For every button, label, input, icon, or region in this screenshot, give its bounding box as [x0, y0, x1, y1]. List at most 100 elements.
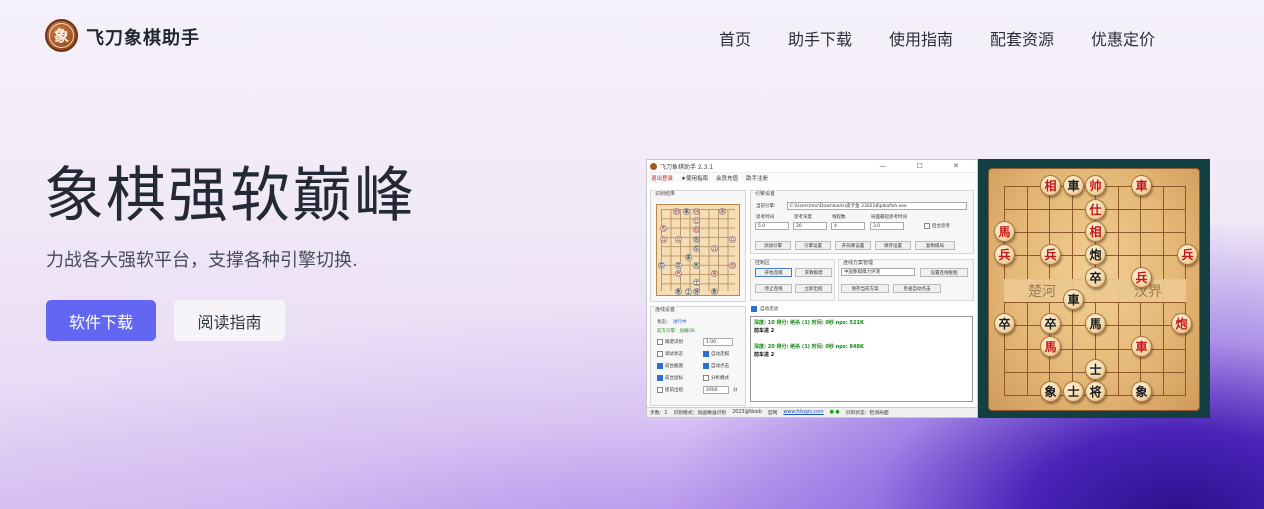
board-piece[interactable]: 象 [1040, 381, 1061, 402]
mini-piece: 兵 [675, 236, 682, 243]
nav-guide[interactable]: 使用指南 [889, 26, 953, 50]
engine-path-label: 当前引擎: [756, 204, 776, 209]
engine-panel-title: 引擎设置 [754, 190, 777, 197]
download-button[interactable]: 软件下载 [46, 300, 156, 341]
mini-piece: 炮 [693, 236, 700, 243]
help-manual-button[interactable]: 求救棋谱 [795, 268, 832, 277]
move-now-button[interactable]: 立即出招 [795, 284, 832, 293]
board-piece[interactable]: 象 [1131, 381, 1152, 402]
option-checkbox[interactable] [703, 375, 709, 381]
option-label: 自动走棋 [711, 352, 729, 357]
board-piece[interactable]: 帅 [1085, 175, 1106, 196]
mini-piece: 馬 [693, 262, 700, 269]
nav-home[interactable]: 首页 [719, 26, 751, 50]
auto-move-label: 自动走动 [760, 307, 778, 312]
board-piece[interactable]: 車 [1131, 336, 1152, 357]
board-piece[interactable]: 将 [1085, 381, 1106, 402]
mini-piece: 馬 [675, 270, 682, 277]
param-threads-input[interactable]: 4 [831, 222, 865, 230]
board-piece[interactable]: 卒 [1085, 267, 1106, 288]
spin-unit: 分 [733, 388, 738, 393]
link-settings-title: 连线设置 [654, 306, 677, 313]
status-moves: 步数：1 [650, 411, 668, 416]
board-piece[interactable]: 士 [1085, 359, 1106, 380]
board-piece[interactable]: 炮 [1171, 313, 1192, 334]
copy-game-button[interactable]: 复制棋局 [915, 241, 955, 250]
start-link-button[interactable]: 开始连棋 [755, 268, 792, 277]
log-line: 前车进 2 [754, 352, 775, 358]
opening-book-button[interactable]: 开局库设置 [835, 241, 871, 250]
status-site-label: 官网 [767, 411, 778, 416]
board-piece[interactable]: 仕 [1085, 199, 1106, 220]
board-piece[interactable]: 卒 [994, 313, 1015, 334]
guide-button[interactable]: 阅读指南 [174, 300, 285, 341]
app-screenshot: 飞刀象棋助手 2.3.1 — ☐ ✕ 退出登录 ★使用指南 会员充值 助手注册 … [646, 159, 978, 418]
board-piece[interactable]: 兵 [1177, 244, 1198, 265]
mini-piece: 士 [693, 279, 700, 286]
logo-icon[interactable]: 象 [45, 19, 78, 52]
param-min-time-input[interactable]: 3.0 [870, 222, 904, 230]
option-checkbox[interactable] [703, 351, 709, 357]
site-header: 象 飞刀象棋助手 首页 助手下载 使用指南 配套资源 优惠定价 [0, 0, 1264, 72]
board-piece[interactable]: 馬 [1085, 313, 1106, 334]
mini-piece: 卒 [693, 245, 700, 252]
status-site-link[interactable]: www.fdxqzs.com [783, 410, 823, 415]
auto-move-checkbox[interactable] [751, 306, 757, 312]
board-piece[interactable]: 馬 [994, 221, 1015, 242]
board-piece[interactable]: 士 [1063, 381, 1084, 402]
board-piece[interactable]: 兵 [994, 244, 1015, 265]
scheme-title: 连线方案管理 [842, 259, 875, 266]
param-time-input[interactable]: 5.0 [755, 222, 789, 230]
brand-name[interactable]: 飞刀象棋助手 [86, 24, 200, 50]
nav-pricing[interactable]: 优惠定价 [1091, 26, 1155, 50]
board-piece[interactable]: 相 [1040, 175, 1061, 196]
logo-char: 象 [49, 23, 74, 48]
mini-piece: 馬 [660, 225, 667, 232]
menu-guide: ★使用指南 [681, 176, 708, 182]
board-piece[interactable]: 卒 [1040, 313, 1061, 334]
log-line: 深度: 20 得分: 绝杀 (1) 时间: 0秒 nps: 848K [754, 344, 864, 350]
option-checkbox[interactable] [703, 363, 709, 369]
spin-input-1[interactable]: 1.00 [703, 338, 733, 346]
add-engine-button[interactable]: 添加引擎 [755, 241, 791, 250]
engine-settings-button[interactable]: 引擎设置 [795, 241, 831, 250]
background-think-checkbox[interactable] [924, 223, 930, 229]
log-line: 前车进 2 [754, 328, 775, 334]
option-checkbox[interactable] [657, 375, 663, 381]
set-link-box-button[interactable]: 设置连线框框 [920, 268, 968, 277]
stop-link-button[interactable]: 停止连线 [755, 284, 792, 293]
mini-piece: 車 [711, 270, 718, 277]
board-piece[interactable]: 兵 [1131, 267, 1152, 288]
board-piece[interactable]: 車 [1131, 175, 1152, 196]
nav-download[interactable]: 助手下载 [788, 26, 852, 50]
option-checkbox[interactable] [657, 339, 663, 345]
option-checkbox[interactable] [657, 363, 663, 369]
option-label: 前台截图 [665, 364, 683, 369]
engine-state: 前方引擎：加载OK [657, 329, 695, 334]
board-piece[interactable]: 兵 [1040, 244, 1061, 265]
board-piece[interactable]: 馬 [1040, 336, 1061, 357]
mini-piece: 兵 [729, 236, 736, 243]
engine-path-field[interactable]: C:\Users\lmc\Downloads\皮卡鱼 230218\pikafi… [787, 202, 967, 210]
save-settings-button[interactable]: 保存设置 [875, 241, 911, 250]
hero-title: 象棋强软巅峰 [44, 161, 416, 231]
board-piece[interactable]: 車 [1063, 175, 1084, 196]
mini-piece: 将 [693, 288, 700, 295]
option-checkbox[interactable] [657, 387, 663, 393]
check-autoclick-button[interactable]: 检查自动点击 [893, 284, 941, 293]
app-titlebar: 飞刀象棋助手 2.3.1 — ☐ ✕ [647, 160, 977, 173]
spin-input-2[interactable]: 2000 [703, 386, 729, 394]
nav-resources[interactable]: 配套资源 [990, 26, 1054, 50]
param-depth-input[interactable]: 20 [793, 222, 827, 230]
param-label-depth: 思考深度 [794, 215, 812, 220]
mini-piece: 炮 [729, 262, 736, 269]
board-piece[interactable]: 相 [1085, 221, 1106, 242]
board-piece[interactable]: 車 [1063, 289, 1084, 310]
save-scheme-button[interactable]: 保存当前方案 [841, 284, 889, 293]
option-checkbox[interactable] [657, 351, 663, 357]
board-piece[interactable]: 炮 [1085, 244, 1106, 265]
param-label-min-time: 局面最短思考时间 [871, 215, 907, 220]
engine-log: 深度: 10 得分: 绝杀 (1) 时间: 0秒 nps: 521K 前车进 2… [750, 316, 973, 402]
mini-piece: 兵 [711, 245, 718, 252]
scheme-select[interactable]: 中国象棋棋力评测 [841, 268, 915, 276]
